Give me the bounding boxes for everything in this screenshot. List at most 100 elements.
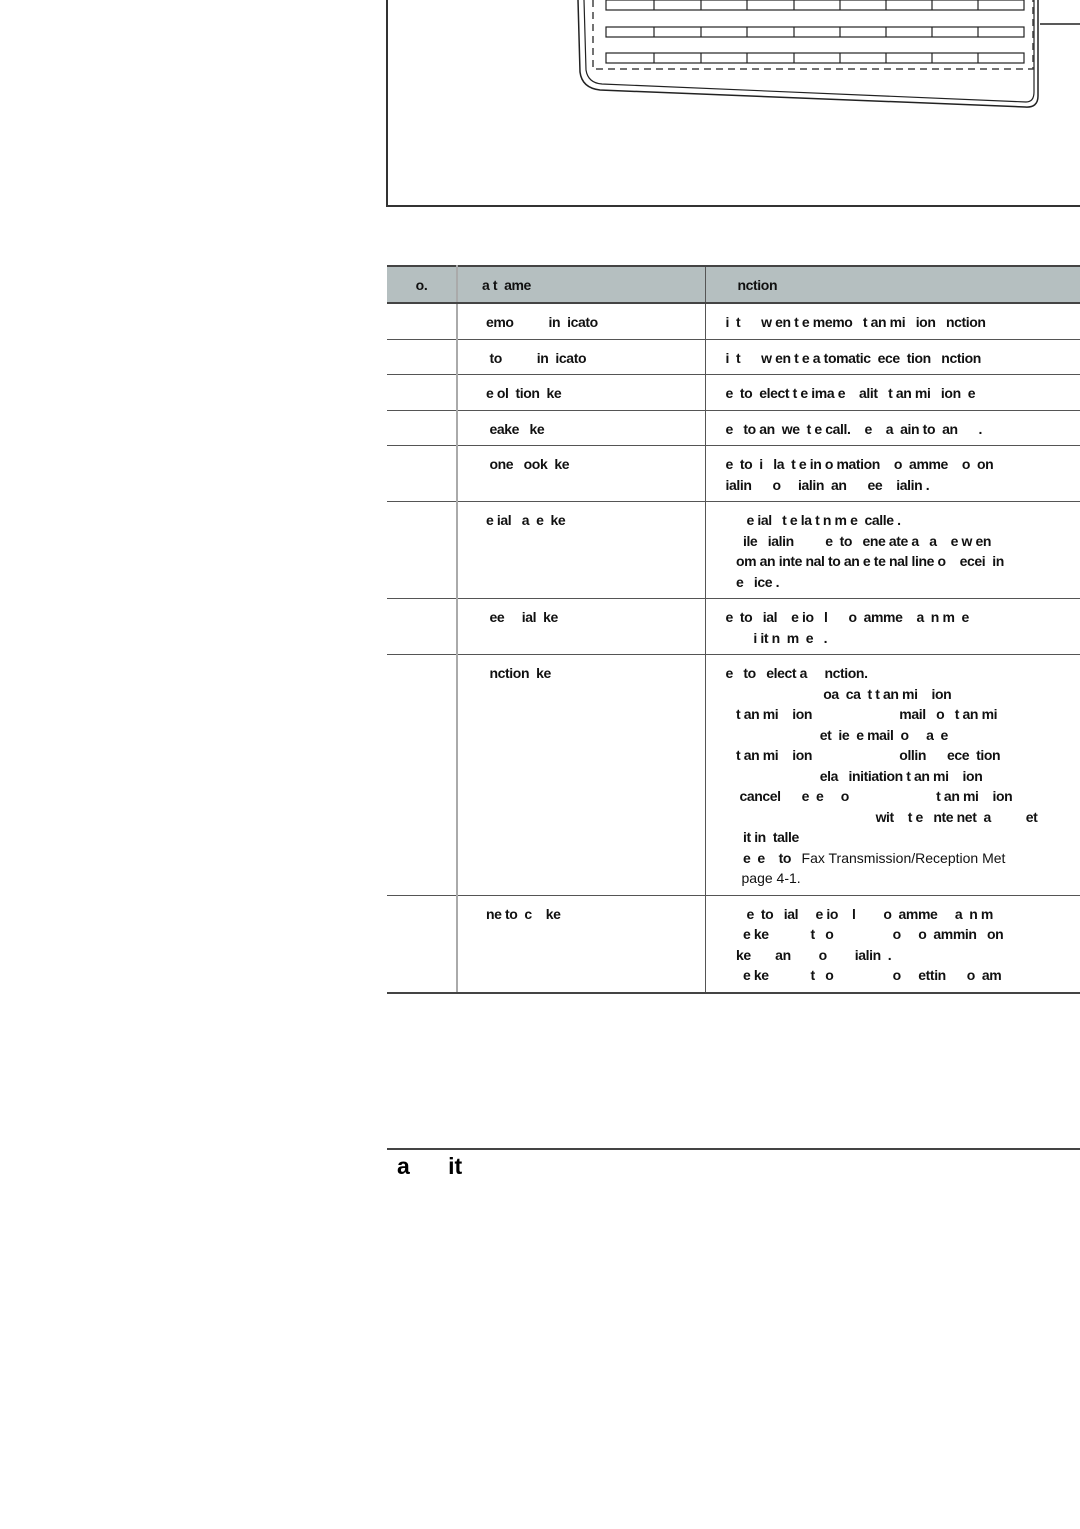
function-description: e to ial e io l o amme a n m e i it n m … [705,598,1080,655]
function-line: e to ial e io l o amme a n m [725,905,993,922]
part-name-text: e ol tion ke [486,385,562,401]
function-line: i it n m e . [725,629,828,646]
part-name-text: one ook ke [486,456,570,472]
header-part-name-text: a t ame [482,276,531,293]
function-line-wrap: et ie e mail o a e [726,725,1077,746]
function-line-wrap: e to an we t e call. e a ain to an . [726,419,1077,440]
part-name: e ol tion ke [457,374,706,411]
part-name-text: ne to c ke [486,905,561,922]
function-line: wit t e nte net a et [725,808,1038,825]
function-line-wrap: e ial t e la t n m e calle . [726,510,1077,531]
table-row: ne to c ke e to ial e io l o amme a n m … [387,895,1080,994]
function-description: e to elect a nction. oa ca t t an mi ion… [705,654,1080,896]
page-reference: page 4-1. [741,870,801,886]
function-line-wrap: t an mi ion mail o t an mi [726,704,1077,725]
function-description: e ial t e la t n m e calle . ile ialin e… [705,501,1080,599]
row-number [387,654,458,896]
function-line: e ke t o o o ammin on [725,926,1004,942]
function-line: i t w en t e memo t an mi ion nction [725,314,986,330]
function-line: oa ca t t an mi ion [725,685,952,702]
function-line: e to an we t e call. e a ain to an . [725,420,983,437]
function-line: e to elect t e ima e alit t an mi ion e [725,385,976,401]
function-line-wrap: e e to Fax Transmission/Reception Met [726,848,1077,869]
function-line: i t w en t e a tomatic ece tion nction [725,349,982,366]
header-part-name: a t ame [457,265,706,304]
table-row: nction ke e to elect a nction. oa ca t t … [387,654,1080,896]
function-line-wrap: ke an o ialin . [726,945,1077,966]
table-row: e ol tion ke e to elect t e ima e alit t … [387,374,1080,411]
function-line: ile ialin e to ene ate a a e w en [725,532,991,549]
table-header: o. a t ame nction [387,265,1080,304]
function-line: cancel e e o t an mi ion [725,788,1013,804]
table-row: emo in icato i t w en t e memo t an mi io… [387,303,1080,340]
header-no-text: o. [415,276,428,293]
machine-panel-diagram [386,0,1080,207]
part-name-text: e ial a e ke [486,512,566,528]
function-description: e to an we t e call. e a ain to an . [705,410,1080,446]
part-name-text: eake ke [486,420,545,437]
function-line-wrap: i it n m e . [726,628,1077,649]
function-line: e to i la t e in o mation o amme o on [725,456,994,472]
function-description: e to elect t e ima e alit t an mi ion e [705,374,1080,411]
table-row: e ial a e ke e ial t e la t n m e calle … [387,501,1080,599]
row-number [387,410,458,446]
function-line-wrap: e ke t o o ettin o am [726,965,1077,986]
footer-divider [387,1148,1080,1150]
function-line-wrap: e to elect t e ima e alit t an mi ion e [726,383,1077,404]
function-line-wrap: e ke t o o o ammin on [726,924,1077,945]
part-name: e ial a e ke [457,501,706,599]
function-line-wrap: it in talle [726,827,1077,848]
part-name: nction ke [457,654,706,896]
row-number [387,895,458,994]
function-line-wrap: e to i la t e in o mation o amme o on [726,454,1077,475]
function-line-wrap: ela initiation t an mi ion [726,766,1077,787]
function-line-wrap: e ice . [726,572,1077,593]
key-function-table: o. a t ame nction emo in icato i t w en t… [387,265,1080,994]
function-description: e to ial e io l o amme a n m e ke t o o … [705,895,1080,994]
part-name: one ook ke [457,445,706,502]
row-number [387,598,458,655]
function-line: t an mi ion ollin ece tion [725,747,1001,763]
function-line-wrap: t an mi ion ollin ece tion [726,745,1077,766]
function-line-wrap: e to ial e io l o amme a n m [726,904,1077,925]
part-name-text: emo in icato [486,314,598,330]
cross-reference-link[interactable]: Fax Transmission/Reception Met [802,850,1006,866]
function-line: e e to [725,849,802,866]
function-line: ela initiation t an mi ion [725,767,983,784]
function-line-wrap: i t w en t e memo t an mi ion nction [726,312,1077,333]
table-row: ee ial ke e to ial e io l o amme a n m e … [387,598,1080,655]
part-name: to in icato [457,339,706,375]
table-row: eake ke e to an we t e call. e a ain to a… [387,410,1080,446]
table-row: to in icato i t w en t e a tomatic ece ti… [387,339,1080,375]
function-line: e to elect a nction. [725,665,868,681]
function-line: it in talle [725,829,799,845]
function-line-wrap: cancel e e o t an mi ion [726,786,1077,807]
function-line: ialin o ialin an ee ialin . [725,476,930,493]
function-line: om an inte nal to an e te nal line o ece… [725,553,1004,569]
header-function-text: nction [737,276,778,293]
function-description: i t w en t e memo t an mi ion nction [705,303,1080,340]
part-name: emo in icato [457,303,706,340]
table-row: one ook ke e to i la t e in o mation o am… [387,445,1080,502]
part-name-text: to in icato [486,349,587,366]
function-line-wrap: oa ca t t an mi ion [726,684,1077,705]
part-name: eake ke [457,410,706,446]
function-description: i t w en t e a tomatic ece tion nction [705,339,1080,375]
row-number [387,374,458,411]
row-number [387,445,458,502]
function-line: e ke t o o ettin o am [725,967,1002,983]
function-line: et ie e mail o a e [725,726,949,743]
function-line-wrap: e to elect a nction. [726,663,1077,684]
function-line: e ial t e la t n m e calle . [725,512,901,528]
part-name-text: nction ke [486,665,552,681]
function-line: e ice . [725,573,780,590]
part-name: ne to c ke [457,895,706,994]
header-function: nction [705,265,1080,304]
function-line: t an mi ion mail o t an mi [725,706,998,722]
function-line-wrap: i t w en t e a tomatic ece tion nction [726,348,1077,369]
function-line: ke an o ialin . [725,946,892,963]
function-line-wrap: e to ial e io l o amme a n m e [726,607,1077,628]
row-number [387,339,458,375]
row-number [387,501,458,599]
part-name: ee ial ke [457,598,706,655]
